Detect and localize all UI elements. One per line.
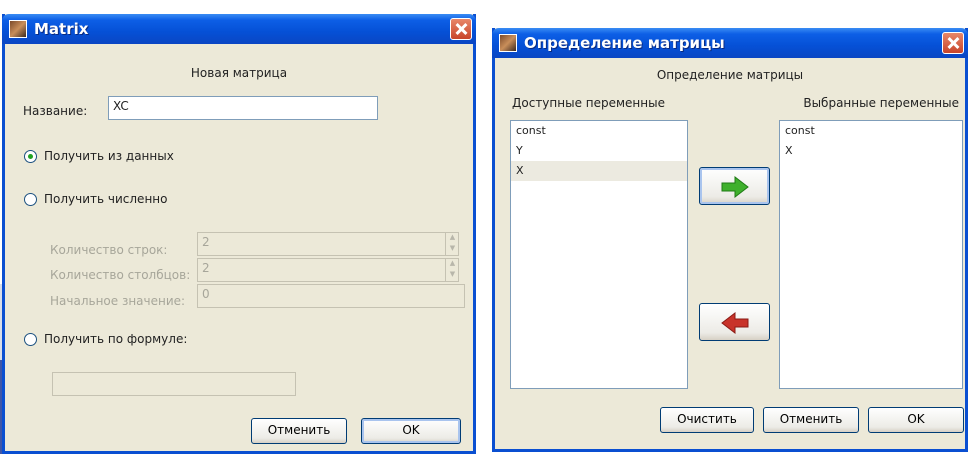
matrix-dialog: Matrix Новая матрица Название: XC Получи…: [2, 14, 476, 454]
radio-formula[interactable]: [24, 333, 37, 346]
radio-from-data-label[interactable]: Получить из данных: [44, 149, 174, 163]
add-variable-button[interactable]: [699, 167, 770, 205]
window-title: Matrix: [34, 20, 89, 38]
app-icon: [9, 20, 27, 38]
formula-input[interactable]: [52, 372, 296, 396]
available-variables-list[interactable]: const Y X: [510, 120, 688, 389]
radio-formula-label[interactable]: Получить по формуле:: [44, 332, 187, 346]
rows-input[interactable]: 2: [197, 232, 459, 256]
spin-down-icon[interactable]: ▼: [446, 270, 459, 281]
cols-spinner[interactable]: ▲ ▼: [445, 259, 459, 281]
list-item[interactable]: X: [511, 161, 687, 181]
green-right-arrow-icon: [721, 175, 749, 199]
dialog-heading: Определение матрицы: [656, 68, 804, 82]
close-icon[interactable]: [450, 18, 472, 40]
rows-label: Количество строк:: [50, 243, 168, 257]
spin-up-icon[interactable]: ▲: [446, 259, 459, 270]
remove-variable-button[interactable]: [699, 303, 770, 341]
init-input[interactable]: 0: [197, 284, 465, 308]
available-variables-label: Доступные переменные: [512, 96, 665, 110]
name-input[interactable]: XC: [108, 96, 378, 120]
cols-input[interactable]: 2: [197, 258, 459, 282]
list-item[interactable]: Y: [511, 141, 687, 161]
app-icon: [499, 34, 517, 52]
selected-variables-label: Выбранные переменные: [803, 96, 959, 110]
spin-up-icon[interactable]: ▲: [446, 233, 459, 244]
window-title: Определение матрицы: [524, 34, 725, 52]
selected-variables-list[interactable]: const X: [779, 120, 963, 389]
cancel-button[interactable]: Отменить: [251, 418, 347, 444]
ok-button[interactable]: OK: [868, 407, 964, 433]
matrix-definition-titlebar[interactable]: Определение матрицы: [492, 28, 968, 58]
radio-numeric[interactable]: [24, 193, 37, 206]
clear-button[interactable]: Очистить: [660, 407, 754, 433]
spin-down-icon[interactable]: ▼: [446, 244, 459, 255]
cols-label: Количество столбцов:: [50, 268, 191, 282]
red-left-arrow-icon: [720, 311, 748, 335]
name-label: Название:: [23, 104, 88, 118]
cancel-button[interactable]: Отменить: [763, 407, 859, 433]
matrix-dialog-titlebar[interactable]: Matrix: [2, 14, 476, 44]
radio-numeric-label[interactable]: Получить численно: [44, 192, 167, 206]
list-item[interactable]: const: [511, 121, 687, 141]
close-icon[interactable]: [942, 32, 964, 54]
matrix-definition-dialog: Определение матрицы Определение матрицы …: [492, 28, 968, 452]
list-item[interactable]: const: [780, 121, 962, 141]
radio-from-data[interactable]: [24, 150, 37, 163]
dialog-heading: Новая матрица: [190, 66, 288, 80]
init-label: Начальное значение:: [50, 294, 186, 308]
list-item[interactable]: X: [780, 141, 962, 161]
ok-button[interactable]: OK: [361, 418, 461, 444]
rows-spinner[interactable]: ▲ ▼: [445, 233, 459, 255]
